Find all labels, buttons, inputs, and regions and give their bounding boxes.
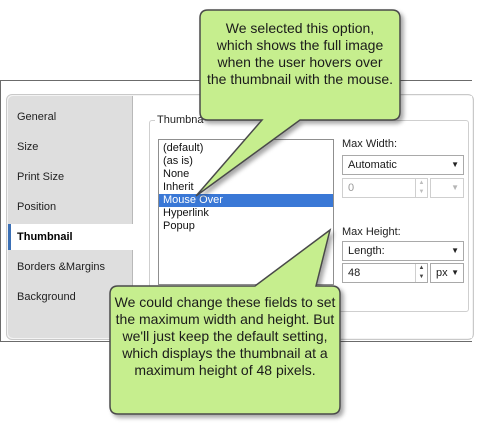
bottom-callout-text: We could change these fields to set the … xyxy=(114,294,336,378)
top-callout-text: We selected this option, which shows the… xyxy=(207,20,393,87)
